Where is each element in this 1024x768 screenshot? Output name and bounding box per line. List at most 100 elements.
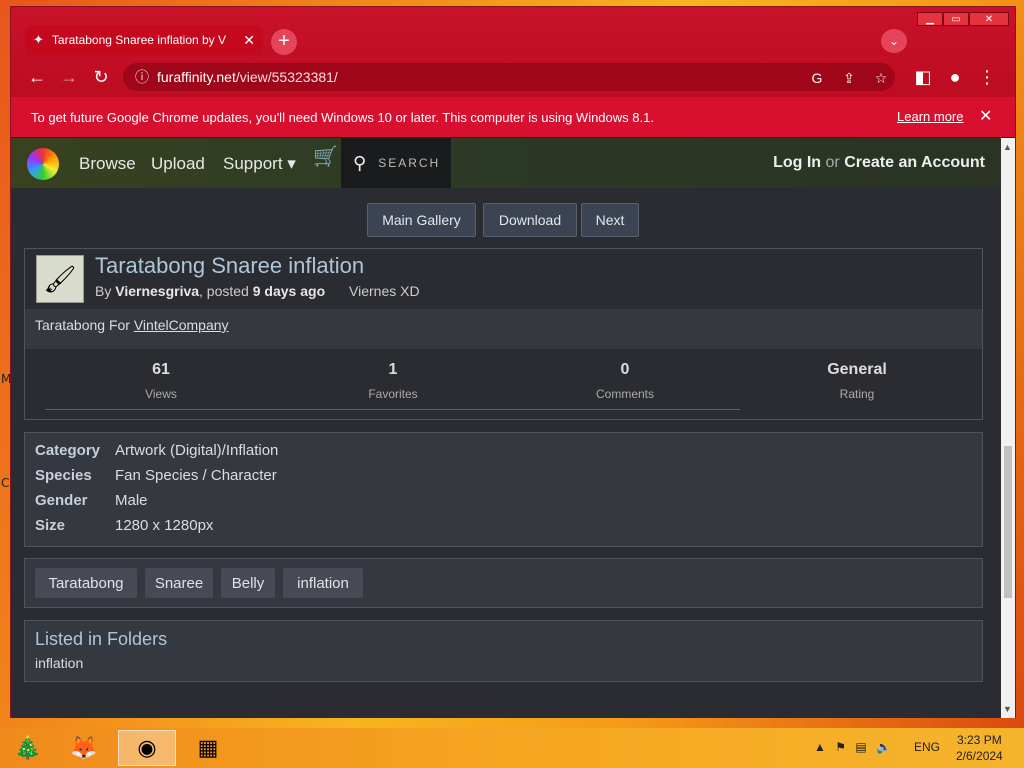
info-key: Species [35,467,92,484]
stat-value: 0 [620,361,630,378]
tag-chip[interactable]: Taratabong [35,568,137,598]
stat-comments: 0 Comments [509,361,741,401]
minimize-button[interactable]: ▁ [917,12,943,26]
tags-panel: Taratabong Snaree Belly inflation [24,558,983,608]
login-link[interactable]: Log In [773,154,821,171]
folder-link[interactable]: inflation [35,655,83,671]
submission-panel: 🖌 Taratabong Snaree inflation By Viernes… [24,248,983,420]
address-bar[interactable]: ⓘ furaffinity.net/view/55323381/ G ⇪ ☆ [123,63,895,91]
info-row: Gender Male [35,492,148,509]
main-gallery-button[interactable]: Main Gallery [367,203,476,237]
submission-description: Taratabong For VintelCompany [25,309,982,349]
language-indicator[interactable]: ENG [914,740,940,754]
nav-support[interactable]: Support ▾ [223,154,296,174]
new-tab-button[interactable]: + [271,29,297,55]
stat-value: 1 [388,361,398,378]
close-infobar-icon[interactable]: ✕ [979,106,992,126]
close-tab-icon[interactable]: ✕ [243,32,255,49]
site-logo[interactable] [27,148,59,180]
browser-window: ▁ ▭ ✕ ✦ Taratabong Snaree inflation by V… [10,6,1016,718]
folders-title: Listed in Folders [35,629,168,649]
clock-time: 3:23 PM [957,733,1002,747]
scroll-down-icon[interactable]: ▼ [1003,704,1012,714]
stat-label: Comments [595,387,654,401]
share-icon[interactable]: ⇪ [841,70,857,86]
description-link[interactable]: VintelCompany [134,317,229,333]
by-prefix: By [95,283,112,299]
bookmark-star-icon[interactable]: ☆ [873,70,889,86]
info-key: Category [35,442,101,459]
account-links: Log In or Create an Account [773,154,985,172]
description-text: Taratabong For [35,317,130,333]
stat-value: 61 [152,361,170,378]
web-page: Browse Upload Support ▾ 🛒 ⚲ SEARCH Log I… [11,138,1001,718]
info-key: Size [35,517,66,534]
site-nav: Browse Upload Support ▾ 🛒 ⚲ SEARCH Log I… [11,138,1001,188]
tab-title: Taratabong Snaree inflation by V [51,33,227,47]
info-key: Gender [35,492,88,509]
flag-icon[interactable]: ⚑ [835,740,846,754]
firefox-icon[interactable]: 🦊 [60,730,108,766]
cart-icon[interactable]: 🛒 [313,144,338,169]
stat-label: Favorites [368,387,418,401]
clock[interactable]: 3:23 PM 2/6/2024 [956,732,1003,764]
stat-favorites: 1 Favorites [277,361,509,401]
page-scrollbar[interactable]: ▲ ▼ [1001,138,1015,718]
search-placeholder: SEARCH [378,156,441,170]
nav-upload[interactable]: Upload [151,154,205,174]
side-panel-icon[interactable]: ◧ [911,65,935,89]
byline: By Viernesgriva, posted 9 days ago Viern… [95,283,420,299]
desktop-fragment: C [1,476,10,490]
stat-views: 61 Views [45,361,277,401]
close-window-button[interactable]: ✕ [969,12,1009,26]
url-host: furaffinity.net [157,69,236,85]
search-box[interactable]: ⚲ SEARCH [341,138,451,188]
tray-expand-icon[interactable]: ▲ [814,740,826,754]
scrollbar-thumb[interactable] [1004,446,1012,598]
start-ornament-icon[interactable]: 🎄 [4,730,52,766]
create-account-link[interactable]: Create an Account [844,154,985,171]
back-icon[interactable]: ← [25,65,49,89]
next-button[interactable]: Next [581,203,639,237]
tag-chip[interactable]: inflation [283,568,363,598]
scroll-up-icon[interactable]: ▲ [1003,142,1012,152]
update-infobar: To get future Google Chrome updates, you… [11,97,1015,137]
profile-avatar-icon[interactable]: ● [943,65,967,89]
tag-chip[interactable]: Snaree [145,568,213,598]
tab-search-button[interactable]: ⌄ [881,29,907,53]
control-panel-icon[interactable]: ▦ [184,730,232,766]
site-info-icon[interactable]: ⓘ [135,67,149,87]
or-text: or [825,154,840,171]
info-value[interactable]: Artwork (Digital)/Inflation [115,442,278,459]
site-favicon-icon: ✦ [33,32,44,47]
stat-label: Rating [839,387,875,401]
taskbar: 🎄 🦊 ◉ ▦ ▲ ⚑ ▤ 🔈 ENG 3:23 PM 2/6/2024 [0,728,1024,768]
browser-chrome: ▁ ▭ ✕ ✦ Taratabong Snaree inflation by V… [11,7,1015,137]
system-tray: ▲ ⚑ ▤ 🔈 [814,740,891,754]
chrome-taskbar-icon[interactable]: ◉ [118,730,176,766]
menu-kebab-icon[interactable]: ⋮ [975,65,999,89]
author-link[interactable]: Viernesgriva [115,283,199,299]
nav-browse[interactable]: Browse [79,154,136,174]
posted-prefix: , posted [199,283,249,299]
google-lens-icon[interactable]: G [809,70,825,86]
learn-more-link[interactable]: Learn more [897,109,963,124]
info-value[interactable]: Male [115,492,148,509]
infobar-message: To get future Google Chrome updates, you… [31,109,654,125]
author-avatar[interactable]: 🖌 [36,255,84,303]
author-display-name: Viernes XD [349,283,420,299]
reload-icon[interactable]: ↻ [89,65,113,89]
submission-header: 🖌 Taratabong Snaree inflation By Viernes… [25,249,982,309]
info-panel: Category Artwork (Digital)/Inflation Spec… [24,432,983,547]
browser-tab[interactable]: ✦ Taratabong Snaree inflation by V ✕ [25,25,263,55]
network-icon[interactable]: ▤ [855,740,866,754]
info-value[interactable]: Fan Species / Character [115,467,277,484]
volume-muted-icon[interactable]: 🔈 [876,740,891,754]
info-row: Species Fan Species / Character [35,467,277,484]
tag-chip[interactable]: Belly [221,568,275,598]
forward-icon[interactable]: → [57,65,81,89]
maximize-button[interactable]: ▭ [943,12,969,26]
info-row: Category Artwork (Digital)/Inflation [35,442,278,459]
stat-label: Views [145,387,177,401]
download-button[interactable]: Download [483,203,577,237]
